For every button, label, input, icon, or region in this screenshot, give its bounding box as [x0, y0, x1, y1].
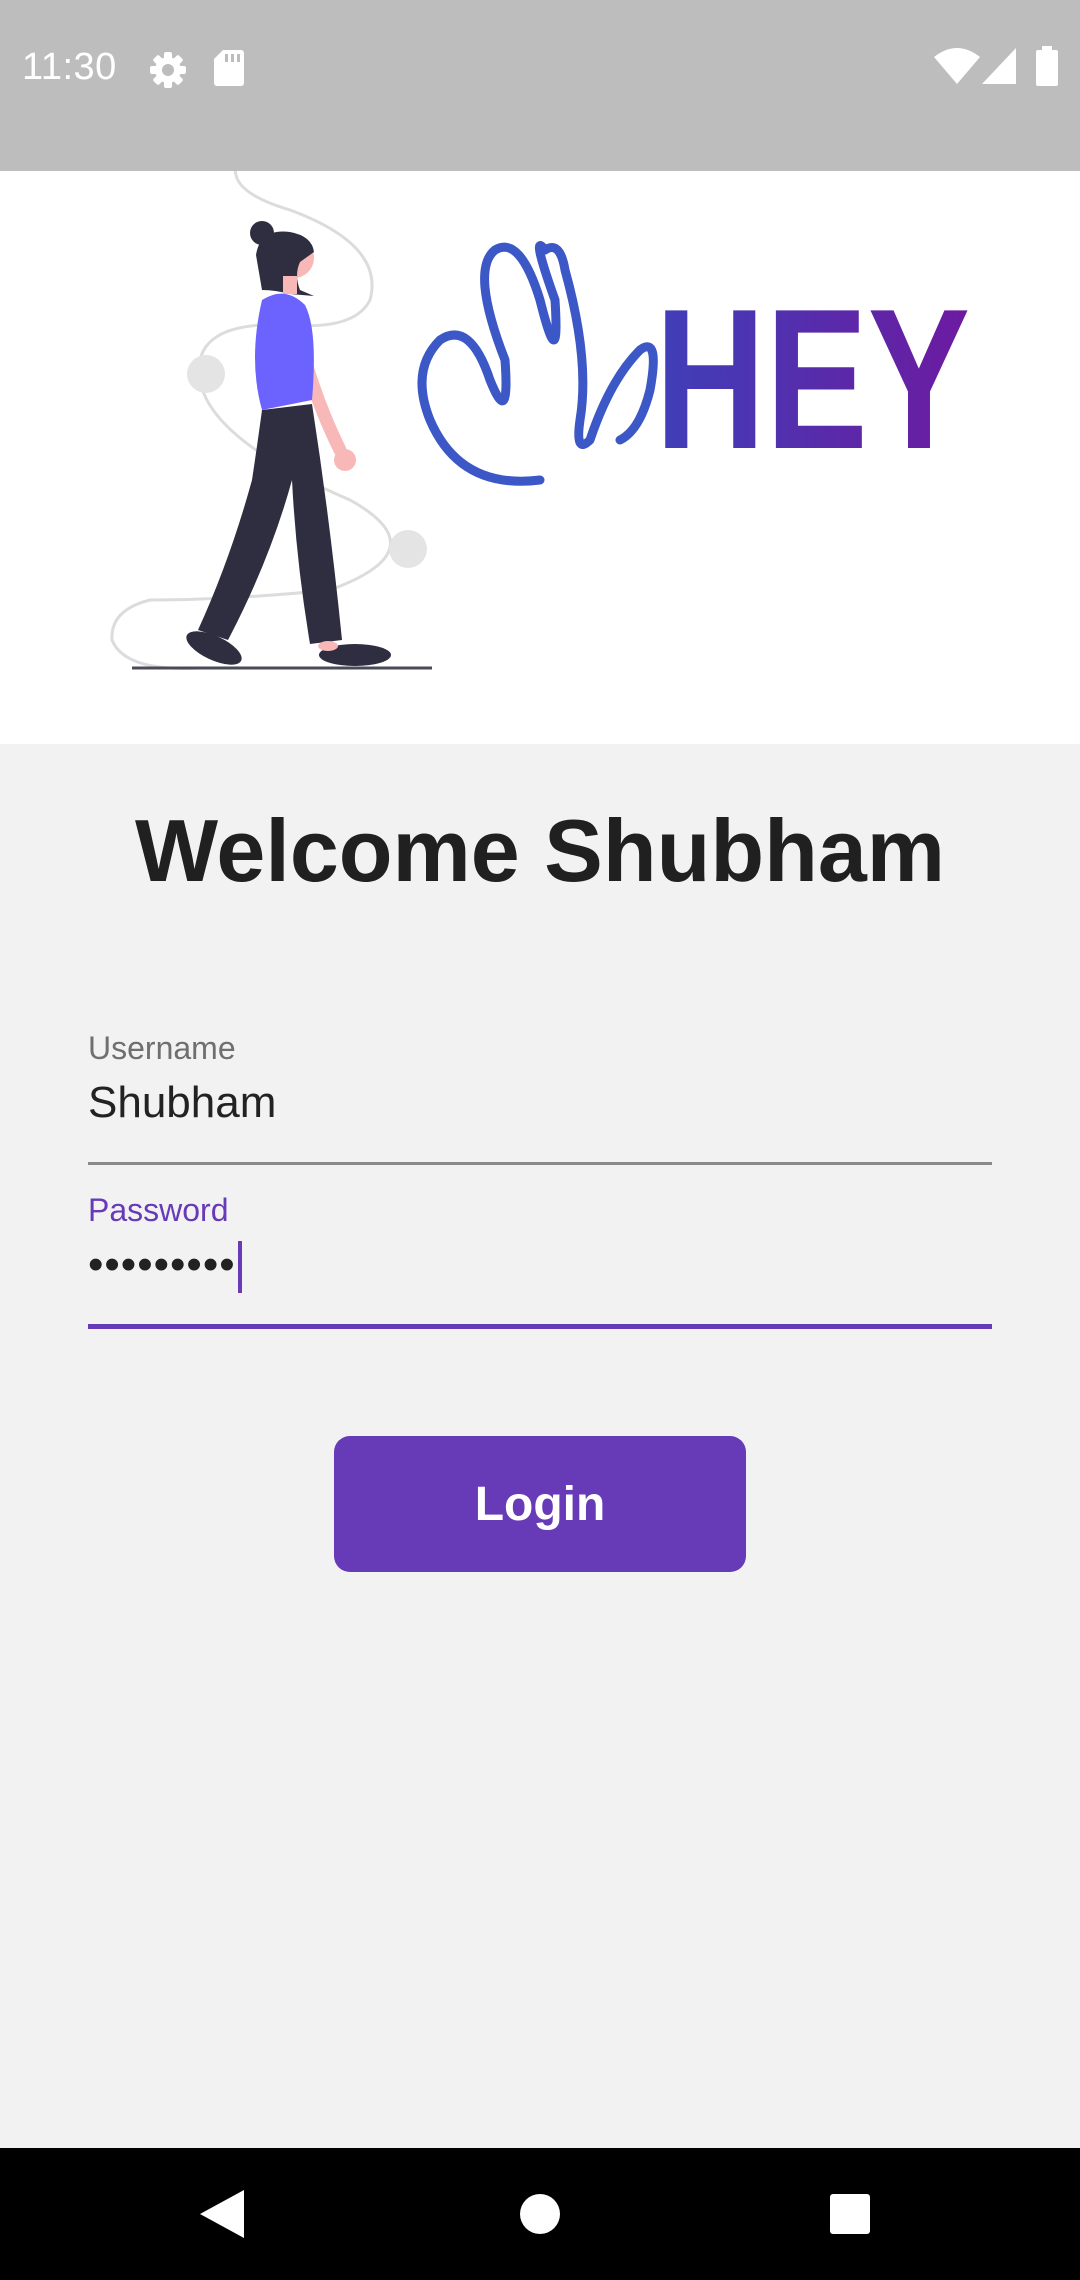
status-time: 11:30: [22, 46, 117, 88]
path-dot: [389, 530, 427, 568]
text-cursor: [237, 1241, 242, 1294]
hero-illustration: HEY: [110, 79, 970, 670]
back-icon[interactable]: [200, 2190, 246, 2238]
page-title: Welcome Shubham: [134, 801, 946, 900]
password-underline: [88, 1324, 992, 1329]
username-field[interactable]: Username Shubham: [88, 1030, 992, 1165]
sd-card-icon: [214, 50, 244, 86]
wifi-icon: [934, 48, 980, 84]
username-label: Username: [88, 1030, 236, 1066]
signal-icon: [982, 48, 1016, 84]
username-underline: [88, 1162, 992, 1165]
wave-hand-icon: [417, 241, 658, 486]
navigation-bar: [0, 2148, 1080, 2280]
path-dot: [187, 355, 225, 393]
battery-icon: [1036, 46, 1058, 86]
settings-icon: [150, 52, 186, 88]
recents-icon[interactable]: [830, 2194, 870, 2234]
password-mask: •••••••••: [88, 1240, 236, 1289]
password-label: Password: [88, 1192, 229, 1228]
woman-illustration: [186, 221, 391, 666]
hero-banner: HEY: [0, 79, 1080, 744]
username-value[interactable]: Shubham: [88, 1078, 276, 1128]
login-button[interactable]: Login: [334, 1436, 746, 1572]
flight-path: [110, 128, 392, 670]
status-bar: 11:30: [0, 0, 1080, 171]
home-icon[interactable]: [519, 2193, 561, 2235]
hey-logo: HEY: [655, 268, 970, 491]
password-value[interactable]: •••••••••: [88, 1240, 242, 1294]
password-field[interactable]: Password •••••••••: [88, 1192, 992, 1329]
